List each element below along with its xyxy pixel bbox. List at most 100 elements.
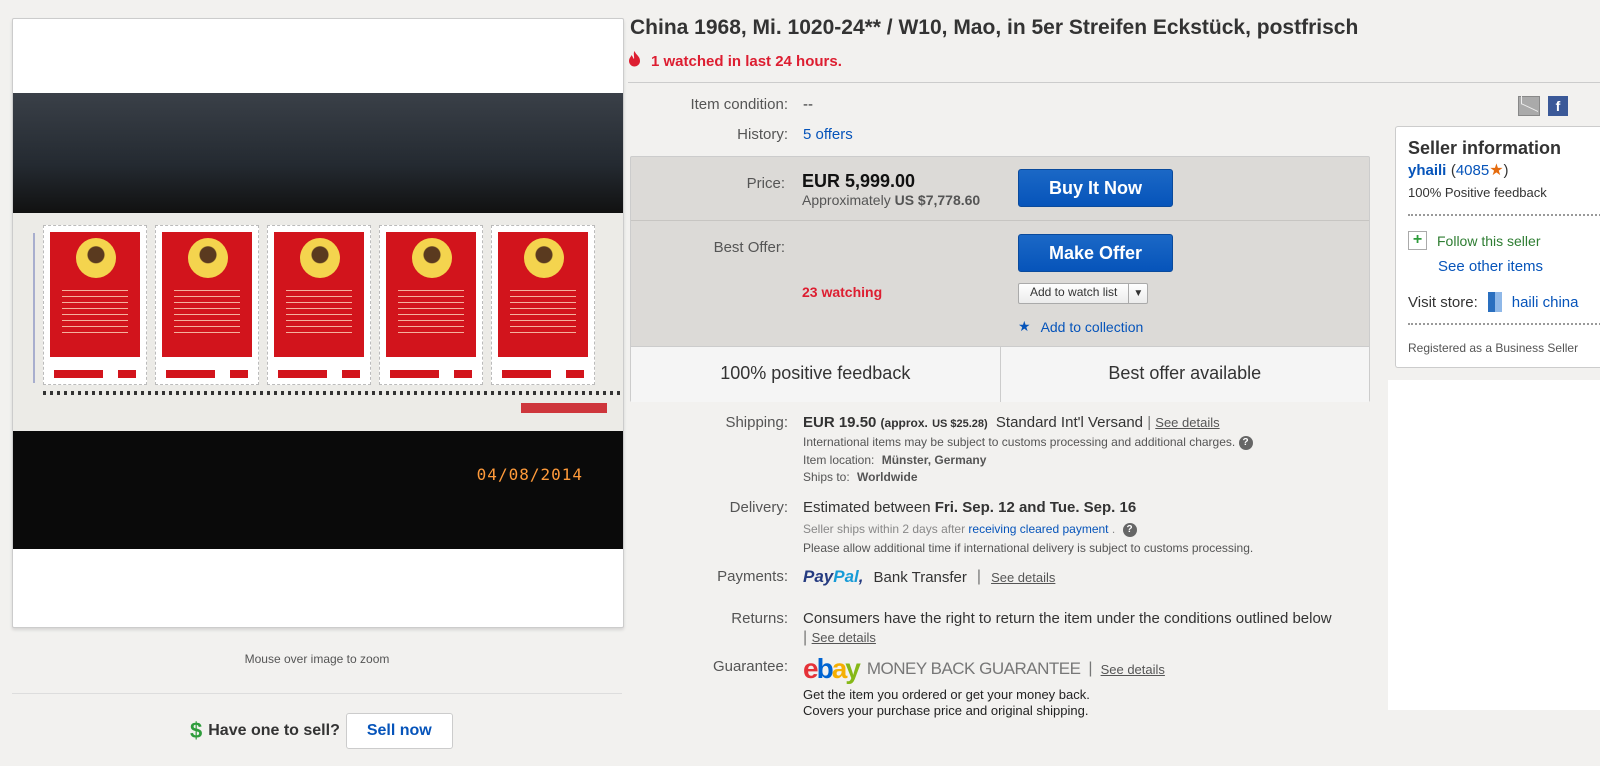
store-link[interactable]: haili china (1512, 294, 1579, 311)
delivery-customs-note: Please allow additional time if internat… (803, 540, 1254, 555)
buy-it-now-button[interactable]: Buy It Now (1018, 169, 1173, 207)
follow-seller[interactable]: + Follow this seller (1408, 231, 1540, 250)
stamp-strip (43, 225, 621, 385)
sell-row: $ Have one to sell? Sell now (190, 712, 453, 750)
bank-transfer: Bank Transfer (873, 568, 967, 586)
history-link[interactable]: 5 offers (803, 126, 853, 143)
returns-link-row: | See details (803, 629, 876, 646)
delivery-label: Delivery: (729, 499, 788, 516)
cleared-payment-link[interactable]: receiving cleared payment (968, 522, 1108, 536)
stamp (267, 225, 371, 385)
delivery-estimate: Estimated between Fri. Sep. 12 and Tue. … (803, 499, 1363, 516)
shipping-see-details-link[interactable]: See details (1155, 415, 1219, 430)
divider (12, 693, 622, 694)
price-amount: EUR 5,999.00 (802, 171, 916, 191)
best-offer-label: Best Offer: (713, 239, 785, 256)
delivery-range: Fri. Sep. 12 and Tue. Sep. 16 (934, 499, 1137, 516)
guarantee-label: Guarantee: (712, 658, 788, 675)
customs-note: International items may be subject to cu… (803, 435, 1363, 450)
watch-list-control[interactable]: Add to watch list ▼ (1018, 283, 1149, 304)
see-other-items-link[interactable]: See other items (1438, 258, 1543, 275)
location-value: Münster, Germany (881, 452, 987, 467)
add-to-collection-link[interactable]: Add to collection (1041, 319, 1144, 335)
zoom-hint: Mouse over image to zoom (244, 652, 390, 666)
visit-store-label: Visit store: (1408, 293, 1478, 311)
feedback-score-link[interactable]: 4085 (1456, 162, 1489, 179)
watching-count: 23 watching (802, 284, 883, 300)
divider (1408, 323, 1600, 325)
ships-to: Ships to: Worldwide (803, 470, 1363, 484)
seller-score: (4085★) (1450, 162, 1509, 179)
guarantee-details: ebay MONEY BACK GUARANTEE | See details … (803, 653, 1363, 719)
feature-best-offer: Best offer available (1108, 363, 1262, 383)
mail-icon[interactable] (1518, 96, 1540, 116)
guarantee-see-details-link[interactable]: See details (1101, 662, 1165, 677)
seller-identity: yhaili (4085★) (1408, 160, 1509, 180)
dollar-icon: $ (190, 718, 203, 743)
returns-label: Returns: (731, 610, 788, 627)
printer-imprint (521, 403, 607, 413)
plus-icon: + (1408, 231, 1427, 250)
delivery-prefix: Estimated between (803, 499, 931, 516)
paypal-logo-part: Pay (803, 567, 834, 586)
condition-value: -- (803, 96, 813, 113)
condition-label: Item condition: (690, 96, 788, 113)
paypal-logo-part: Pal (833, 567, 859, 586)
returns-details: Consumers have the right to return the i… (803, 610, 1363, 647)
item-photo[interactable]: 04/08/2014 (13, 93, 623, 549)
shipping-approx: (approx. (880, 416, 928, 430)
guarantee-banner: ebay MONEY BACK GUARANTEE | See details (803, 653, 1165, 684)
price-box: Price: EUR 5,999.00 Approximately US $7,… (630, 156, 1370, 402)
price-block: EUR 5,999.00 Approximately US $7,778.60 (802, 171, 980, 208)
feature-bar: 100% positive feedback Best offer availa… (631, 346, 1369, 402)
seller-title: Seller information (1408, 138, 1562, 158)
stamp-sheet (13, 213, 623, 431)
star-icon: ★ (1489, 162, 1504, 179)
divider (631, 220, 1369, 221)
shipping-approx-value: US $25.28) (932, 418, 988, 430)
money-back-guarantee: MONEY BACK GUARANTEE (866, 659, 1081, 678)
perforation-row (43, 391, 621, 395)
image-card: 04/08/2014 (12, 18, 624, 628)
seller-name-link[interactable]: yhaili (1408, 162, 1446, 179)
location-label: Item location: (803, 452, 875, 467)
guarantee-line-2: Covers your purchase price and original … (803, 703, 1089, 718)
price-label: Price: (746, 175, 785, 192)
sell-now-button[interactable]: Sell now (345, 713, 453, 749)
returns-see-details-link[interactable]: See details (812, 630, 876, 645)
seller-feedback: 100% Positive feedback (1408, 185, 1547, 200)
item-title: China 1968, Mi. 1020-24** / W10, Mao, in… (630, 16, 1359, 39)
help-icon[interactable]: ? (1122, 522, 1137, 537)
ebay-logo: ebay (803, 653, 861, 684)
ships-to-value: Worldwide (857, 469, 918, 484)
customs-note-text: International items may be subject to cu… (803, 435, 1236, 449)
stamp (491, 225, 595, 385)
ships-to-label: Ships to: (803, 469, 850, 484)
approx-value: US $7,778.60 (894, 192, 981, 208)
divider (1408, 214, 1600, 216)
shipping-service: Standard Int'l Versand (995, 414, 1144, 431)
make-offer-button[interactable]: Make Offer (1018, 234, 1173, 272)
delivery-details: Estimated between Fri. Sep. 12 and Tue. … (803, 499, 1363, 555)
approx-prefix: Approximately (802, 192, 891, 208)
star-icon: ★ (1018, 318, 1031, 334)
sell-prompt: Have one to sell? (208, 722, 340, 739)
payments-label: Payments: (717, 568, 788, 585)
stamp (155, 225, 259, 385)
help-icon[interactable]: ? (1238, 435, 1253, 450)
handling-suffix: . (1111, 522, 1116, 536)
add-to-watch-list-button[interactable]: Add to watch list (1019, 284, 1130, 303)
stamp (379, 225, 483, 385)
ad-placeholder (1388, 380, 1600, 710)
feature-positive-feedback: 100% positive feedback (631, 347, 1001, 402)
facebook-icon[interactable]: f (1548, 96, 1568, 116)
payments-see-details-link[interactable]: See details (991, 570, 1055, 585)
follow-seller-link[interactable]: Follow this seller (1437, 233, 1540, 249)
history-label: History: (737, 126, 788, 143)
chevron-down-icon[interactable]: ▼ (1129, 284, 1147, 303)
add-to-collection[interactable]: ★ Add to collection (1018, 318, 1143, 335)
price-approx: Approximately US $7,778.60 (802, 192, 980, 208)
watch-alert: 1 watched in last 24 hours. (628, 51, 842, 71)
handling-note: Seller ships within 2 days after receivi… (803, 522, 1363, 537)
divider (628, 82, 1600, 83)
